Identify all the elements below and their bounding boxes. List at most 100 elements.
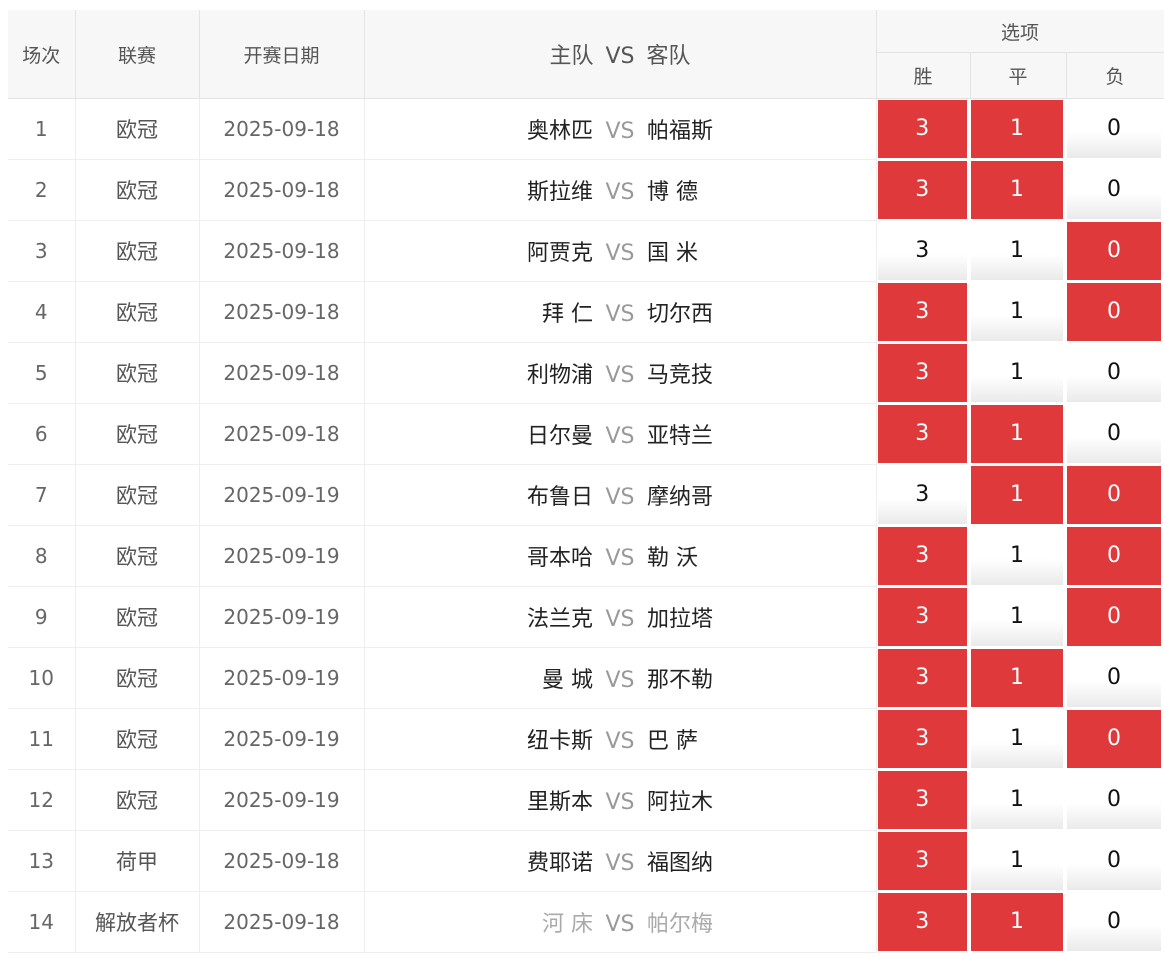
vs-label: VS [605,485,635,510]
match-teams: 法兰克 VS 加拉塔 [364,586,877,648]
option-win-button[interactable]: 3 [877,771,967,829]
option-draw-button[interactable]: 1 [971,527,1063,585]
draw-cell: 1 [970,526,1066,587]
vs-label: VS [605,851,635,876]
lose-cell: 0 [1066,160,1164,221]
table-row: 11 欧冠 2025-09-19 纽卡斯 VS 巴 萨 310 [8,708,1164,770]
option-lose-button[interactable]: 0 [1067,405,1162,463]
option-lose-button[interactable]: 0 [1067,832,1162,890]
win-cell: 3 [876,404,970,465]
option-lose-button[interactable]: 0 [1067,161,1162,219]
vs-label: VS [605,180,635,205]
option-lose-button[interactable]: 0 [1067,222,1162,280]
option-win-button[interactable]: 3 [877,283,967,341]
option-draw-button[interactable]: 1 [971,222,1063,280]
vs-label: VS [605,302,635,327]
lose-cell: 0 [1066,343,1164,404]
match-number: 8 [8,525,76,587]
option-win-button[interactable]: 3 [877,344,967,402]
match-number: 2 [8,159,76,221]
lose-cell: 0 [1066,526,1164,587]
home-team: 拜 仁 [542,302,593,327]
match-number: 10 [8,647,76,709]
option-win-button[interactable]: 3 [877,832,967,890]
option-lose-button[interactable]: 0 [1067,527,1162,585]
match-number: 1 [8,98,76,160]
match-date: 2025-09-19 [199,464,365,526]
lose-cell: 0 [1066,709,1164,770]
option-draw-button[interactable]: 1 [971,466,1063,524]
lose-cell: 0 [1066,282,1164,343]
home-team: 纽卡斯 [526,729,593,754]
option-draw-button[interactable]: 1 [971,649,1063,707]
option-lose-button[interactable]: 0 [1067,100,1162,159]
win-cell: 3 [876,831,970,892]
home-team: 斯拉维 [526,180,593,205]
header-draw: 平 [970,52,1067,99]
option-draw-button[interactable]: 1 [971,100,1063,159]
match-date: 2025-09-19 [199,769,365,831]
option-draw-button[interactable]: 1 [971,161,1063,219]
draw-cell: 1 [970,465,1066,526]
match-table-container: 场次 联赛 开赛日期 主队 VS 客队 选项 胜 平 负 1 欧冠 2025-09-18… [8,10,1164,953]
lose-cell: 0 [1066,587,1164,648]
option-lose-button[interactable]: 0 [1067,283,1162,341]
option-draw-button[interactable]: 1 [971,710,1063,768]
option-lose-button[interactable]: 0 [1067,771,1162,829]
option-win-button[interactable]: 3 [877,100,967,159]
option-lose-button[interactable]: 0 [1067,649,1162,707]
table-row: 2 欧冠 2025-09-18 斯拉维 VS 博 德 310 [8,159,1164,221]
win-cell: 3 [876,526,970,587]
match-number: 12 [8,769,76,831]
match-number: 3 [8,220,76,282]
vs-label: VS [605,668,635,693]
option-lose-button[interactable]: 0 [1067,466,1162,524]
option-win-button[interactable]: 3 [877,893,967,951]
option-lose-button[interactable]: 0 [1067,710,1162,768]
home-team: 布鲁日 [526,485,593,510]
option-win-button[interactable]: 3 [877,527,967,585]
win-cell: 3 [876,221,970,282]
match-number: 13 [8,830,76,892]
home-team: 哥本哈 [526,546,593,571]
table-row: 10 欧冠 2025-09-19 曼 城 VS 那不勒 3 1 0 [8,647,1164,709]
option-lose-button[interactable]: 0 [1067,588,1162,646]
option-win-button[interactable]: 3 [877,588,967,646]
vs-label: VS [605,546,635,571]
league-name: 欧冠 [75,769,200,831]
away-team: 切尔西 [647,302,714,327]
win-cell: 3 [876,770,970,831]
match-date: 2025-09-19 [199,525,365,587]
option-win-button[interactable]: 3 [877,405,967,463]
option-draw-button[interactable]: 1 [971,344,1063,402]
option-win-button[interactable]: 3 [877,466,967,524]
away-team: 那不勒 [647,668,714,693]
match-date: 2025-09-18 [199,281,365,343]
win-cell: 3 [876,99,970,160]
option-win-button[interactable]: 3 [877,161,967,219]
option-win-button[interactable]: 3 [877,649,967,707]
option-draw-button[interactable]: 1 [971,771,1063,829]
win-cell: 3 [876,282,970,343]
table-row: 5 欧冠 2025-09-18 利物浦 VS 马竞技 3 1 0 [8,342,1164,404]
option-draw-button[interactable]: 1 [971,405,1063,463]
win-cell: 3 [876,160,970,221]
league-name: 欧冠 [75,159,200,221]
vs-label: VS [605,607,635,632]
option-win-button[interactable]: 3 [877,222,967,280]
option-draw-button[interactable]: 1 [971,588,1063,646]
option-win-button[interactable]: 3 [877,710,967,768]
win-cell: 3 [876,892,970,953]
match-table: 场次 联赛 开赛日期 主队 VS 客队 选项 胜 平 负 1 欧冠 2025-09-18… [8,10,1164,953]
vs-label: VS [605,363,635,388]
away-team: 国 米 [647,241,698,266]
option-draw-button[interactable]: 1 [971,893,1063,951]
option-lose-button[interactable]: 0 [1067,344,1162,402]
option-draw-button[interactable]: 1 [971,283,1063,341]
option-lose-button[interactable]: 0 [1067,893,1162,951]
lose-cell: 0 [1066,99,1164,160]
option-draw-button[interactable]: 1 [971,832,1063,890]
table-row: 14 解放者杯 2025-09-18 河 床 VS 帕尔梅 3 1 0 [8,891,1164,953]
match-teams: 哥本哈 VS 勒 沃 [364,525,877,587]
vs-label: VS [605,912,635,937]
